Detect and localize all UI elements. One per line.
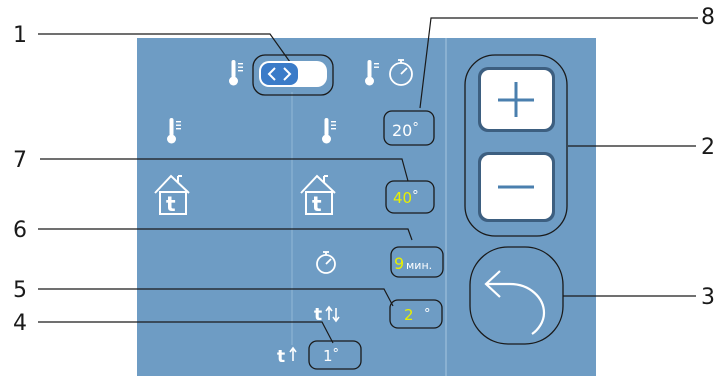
callout-number-1: 1 bbox=[13, 23, 27, 48]
hysteresis-updown-unit: ° bbox=[424, 307, 431, 322]
house-letter-left: t bbox=[166, 192, 176, 216]
hysteresis-updown-value: 2 bbox=[404, 306, 414, 324]
callout-number-3: 3 bbox=[701, 285, 715, 310]
house-letter-right: t bbox=[312, 192, 322, 216]
plus-button[interactable] bbox=[478, 67, 555, 132]
hysteresis-up-label: t bbox=[277, 347, 285, 367]
callout-number-5: 5 bbox=[13, 278, 27, 303]
timer-unit: мин. bbox=[406, 259, 432, 272]
callout-number-8: 8 bbox=[701, 5, 715, 30]
callout-number-7: 7 bbox=[13, 148, 27, 173]
thermostat-diagram: 1 8 7 2 6 5 3 4 20° t t 40° 9 мин. t 2 °… bbox=[13, 5, 715, 376]
callout-number-2: 2 bbox=[701, 135, 715, 160]
timer-value: 9 bbox=[394, 254, 404, 273]
toggle-knob bbox=[261, 63, 298, 85]
hysteresis-updown-label: t bbox=[314, 305, 322, 325]
minus-button[interactable] bbox=[478, 152, 555, 222]
callout-number-6: 6 bbox=[13, 218, 27, 243]
callout-number-4: 4 bbox=[13, 311, 27, 336]
